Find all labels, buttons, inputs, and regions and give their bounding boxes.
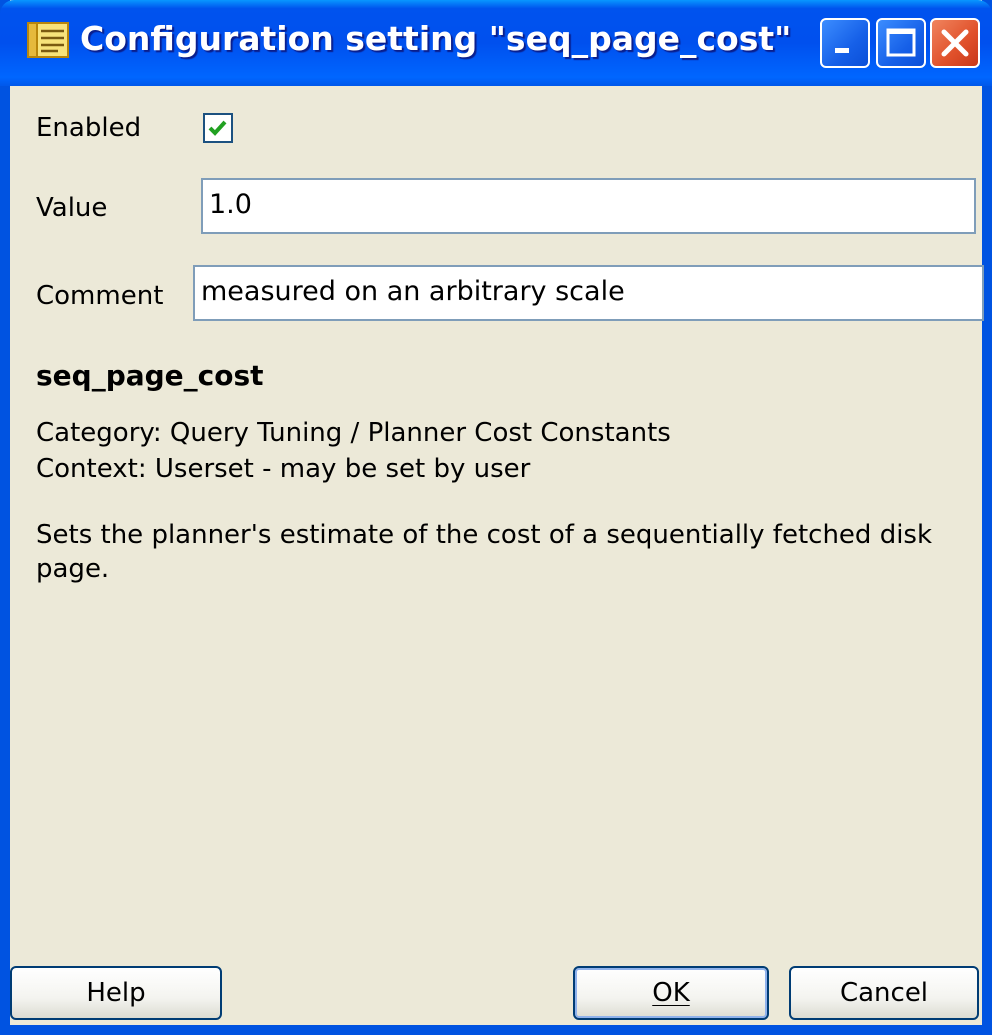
cancel-button-label: Cancel	[839, 978, 929, 1008]
value-input[interactable]: 1.0	[201, 178, 976, 234]
ok-button[interactable]: OK	[573, 966, 769, 1020]
close-icon	[941, 29, 969, 57]
checkmark-icon	[208, 120, 227, 136]
value-label: Value	[36, 193, 108, 223]
enabled-label: Enabled	[36, 113, 142, 143]
help-button-label: Help	[86, 978, 146, 1008]
minimize-button[interactable]	[820, 18, 870, 68]
cancel-button[interactable]: Cancel	[789, 966, 979, 1020]
settings-document-icon	[26, 20, 72, 60]
maximize-icon	[886, 28, 916, 57]
title-bar[interactable]: Configuration setting "seq_page_cost"	[0, 0, 992, 86]
window-title: Configuration setting "seq_page_cost"	[80, 19, 792, 58]
enabled-checkbox[interactable]	[203, 113, 233, 143]
comment-label: Comment	[36, 281, 164, 311]
category-text: Category: Query Tuning / Planner Cost Co…	[36, 418, 671, 448]
help-button[interactable]: Help	[10, 966, 222, 1020]
description-text: Sets the planner's estimate of the cost …	[36, 520, 933, 584]
comment-input[interactable]: measured on an arbitrary scale	[193, 265, 984, 321]
minimize-icon	[835, 48, 849, 53]
ok-button-label: OK	[652, 978, 690, 1008]
maximize-button[interactable]	[876, 18, 926, 68]
context-text: Context: Userset - may be set by user	[36, 454, 531, 484]
dialog-window: Configuration setting "seq_page_cost" En…	[0, 0, 992, 1035]
setting-name-heading: seq_page_cost	[36, 359, 264, 392]
close-button[interactable]	[930, 18, 980, 68]
